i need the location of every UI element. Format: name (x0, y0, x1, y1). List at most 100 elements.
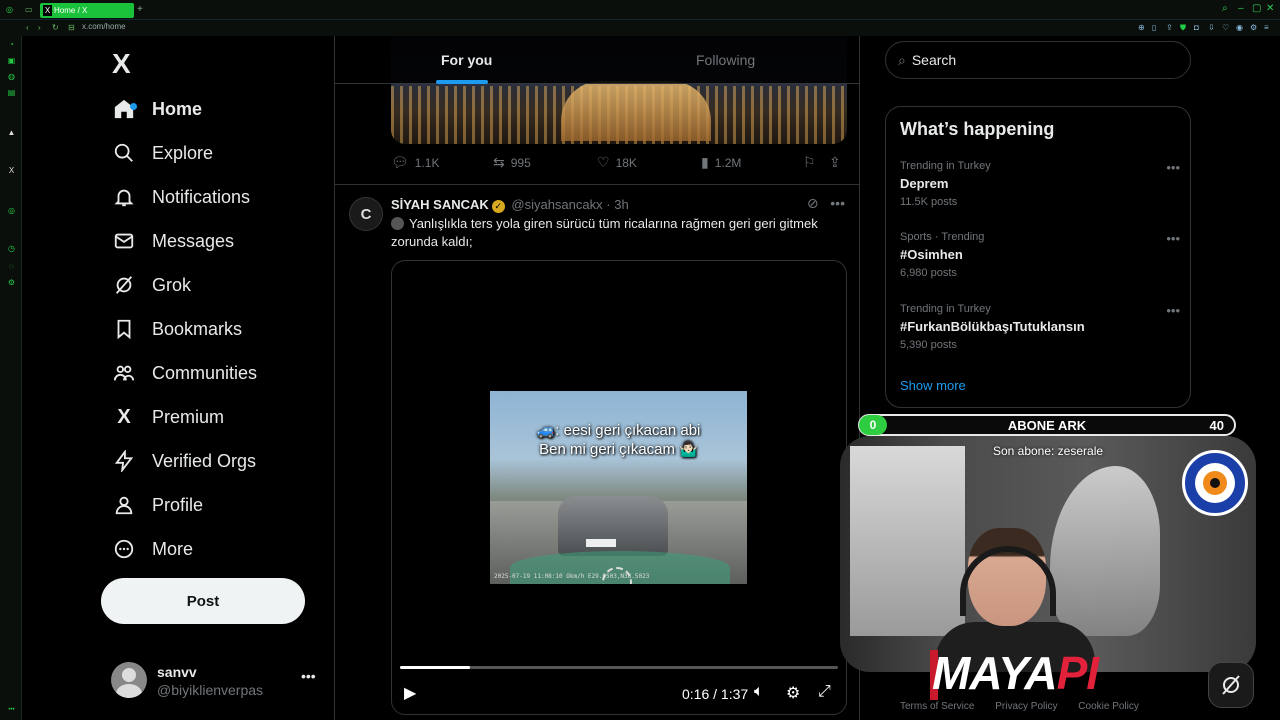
active-tab-indicator (436, 80, 488, 84)
notes-icon[interactable]: ▤ (7, 88, 16, 97)
fullscreen-icon[interactable]: ⤢ (818, 683, 831, 701)
camera-icon[interactable]: ◘ (1194, 24, 1202, 32)
nav-explore-label: Explore (152, 142, 214, 163)
settings-icon[interactable]: ⚙ (1250, 24, 1258, 32)
tweet-author-handle[interactable]: @siyahsancakx (511, 197, 602, 212)
chart-icon: ▮ (701, 154, 709, 170)
profile-icon[interactable]: ◉ (1236, 24, 1244, 32)
tweet-author-name[interactable]: SİYAH SANCAK (391, 197, 489, 212)
back-icon[interactable]: ‹ (26, 23, 35, 32)
more-dots-icon[interactable]: ••• (7, 706, 16, 715)
tweet-header: SİYAH SANCAK ✓ @siyahsancakx · 3h (391, 197, 629, 213)
extension-icon[interactable]: ▯ (1152, 24, 1160, 32)
reply-button[interactable]: 💬︎ 1.1K (391, 154, 439, 171)
grok-icon[interactable]: ⊘ (807, 195, 819, 211)
arrow-icon[interactable]: ▲ (7, 128, 16, 137)
close-button[interactable]: ✕ (1266, 4, 1274, 14)
tweet-avatar[interactable]: C (349, 197, 383, 231)
trend-count: 5,390 posts (900, 339, 957, 351)
url-field[interactable]: x.com/home (82, 22, 126, 31)
tweet-more-icon[interactable]: ••• (830, 195, 845, 211)
browser-logo-icon[interactable]: ◎ (6, 5, 15, 14)
repost-icon: ⇆ (493, 154, 505, 170)
timeline: For you Following 💬︎ 1.1K ⇆ 995 ♡ 18K ▮ … (334, 36, 860, 720)
tab-following[interactable]: Following (696, 52, 755, 68)
nav-grok[interactable]: Grok (112, 263, 191, 307)
tweet[interactable]: C SİYAH SANCAK ✓ @siyahsancakx · 3h ⊘ •••… (335, 185, 859, 720)
reload-icon[interactable]: ↻ (52, 23, 61, 32)
video-caption-line1: 🚙: eesi geri çıkacan abi (536, 422, 701, 439)
nav-messages-label: Messages (152, 230, 235, 251)
shield-icon[interactable]: ⛊ (1180, 24, 1188, 32)
tweet-time[interactable]: 3h (614, 197, 628, 212)
nav-grok-label: Grok (152, 274, 192, 295)
volume-icon[interactable]: 🔈︎ (754, 683, 764, 701)
history-icon[interactable]: ◔ (7, 40, 16, 49)
browser-tab[interactable]: X Home / X (40, 3, 134, 18)
bag-icon[interactable]: ▣ (7, 56, 16, 65)
nav-home[interactable]: Home (112, 87, 202, 131)
nav-communities[interactable]: Communities (112, 351, 257, 395)
share-icon[interactable]: ⇪ (1166, 24, 1174, 32)
show-more-link[interactable]: Show more (900, 378, 966, 393)
bookmark-button[interactable]: ⚐ (803, 154, 822, 171)
tweet-separator: · (606, 197, 611, 212)
clock-icon[interactable]: ◷ (7, 244, 16, 253)
views-button[interactable]: ▮ 1.2M (701, 154, 741, 171)
settings-icon[interactable]: ⚙ (786, 683, 800, 703)
nav-profile[interactable]: Profile (112, 483, 203, 527)
download-icon[interactable]: ⇩ (1208, 24, 1216, 32)
trend-topic: Deprem (900, 176, 949, 191)
trend-more-icon[interactable]: ••• (1166, 160, 1180, 175)
share-button[interactable]: ⇪ (829, 154, 847, 171)
repost-button[interactable]: ⇆ 995 (493, 154, 531, 171)
grok-floating-button[interactable] (1208, 662, 1254, 708)
whatsapp-icon[interactable]: ◍ (7, 72, 16, 81)
footer-terms-link[interactable]: Terms of Service (900, 701, 974, 712)
sidebar-toggle-icon[interactable]: ▭ (25, 5, 34, 14)
account-more-icon[interactable]: ••• (301, 668, 316, 684)
search-input[interactable]: ⌕ Search (885, 41, 1191, 79)
gear-icon[interactable]: ⚙ (7, 278, 16, 287)
nav-premium[interactable]: X Premium (112, 395, 224, 439)
browser-titlebar: ◎ ▭ X Home / X + ⌕ – ▢ ✕ (0, 0, 1280, 20)
video-car (558, 496, 668, 556)
bell-icon (112, 185, 136, 209)
trend-more-icon[interactable]: ••• (1166, 303, 1180, 318)
player-icon[interactable]: ◎ (7, 206, 16, 215)
nav-messages[interactable]: Messages (112, 219, 234, 263)
heart-icon[interactable]: ♡ (1222, 24, 1230, 32)
tab-for-you[interactable]: For you (441, 52, 492, 68)
video-player[interactable]: 🚙: eesi geri çıkacan abi Ben mi geri çık… (391, 260, 847, 715)
chat-icon[interactable]: ◌ (7, 262, 16, 271)
x-logo-icon[interactable]: X (112, 48, 131, 80)
nav-explore[interactable]: Explore (112, 131, 213, 175)
search-tabs-icon[interactable]: ⌕ (1222, 4, 1228, 14)
trend-count: 11.5K posts (900, 196, 958, 208)
trend-item[interactable]: Trending in Turkey Deprem 11.5K posts ••… (900, 160, 1180, 208)
whats-happening-panel: What’s happening Trending in Turkey Depr… (885, 106, 1191, 408)
trend-more-icon[interactable]: ••• (1166, 231, 1180, 246)
like-button[interactable]: ♡ 18K (597, 154, 637, 171)
footer-cookie-link[interactable]: Cookie Policy (1078, 701, 1139, 712)
maximize-button[interactable]: ▢ (1252, 4, 1261, 14)
play-icon[interactable]: ▶ (404, 683, 416, 703)
nav-more[interactable]: More (112, 527, 193, 571)
nav-bookmarks[interactable]: Bookmarks (112, 307, 242, 351)
x-app-icon[interactable]: X (7, 166, 16, 175)
nav-verified-orgs[interactable]: Verified Orgs (112, 439, 256, 483)
forward-icon[interactable]: › (38, 23, 47, 32)
nav-notifications[interactable]: Notifications (112, 175, 250, 219)
video-progress-bar[interactable] (400, 666, 838, 669)
site-info-icon[interactable]: ⊟ (68, 23, 77, 32)
trend-item[interactable]: Sports · Trending #Osimhen 6,980 posts •… (900, 231, 1180, 279)
new-tab-button[interactable]: + (137, 5, 147, 15)
post-button[interactable]: Post (101, 578, 305, 624)
minimize-button[interactable]: – (1238, 4, 1244, 14)
account-switcher[interactable]: sanvv @biyiklienverpas ••• (111, 658, 321, 702)
trend-item[interactable]: Trending in Turkey #FurkanBölükbaşıTutuk… (900, 303, 1180, 351)
zoom-icon[interactable]: ⊕ (1138, 24, 1146, 32)
trend-context: Sports · Trending (900, 231, 985, 243)
menu-icon[interactable]: ≡ (1264, 24, 1272, 32)
footer-privacy-link[interactable]: Privacy Policy (995, 701, 1057, 712)
